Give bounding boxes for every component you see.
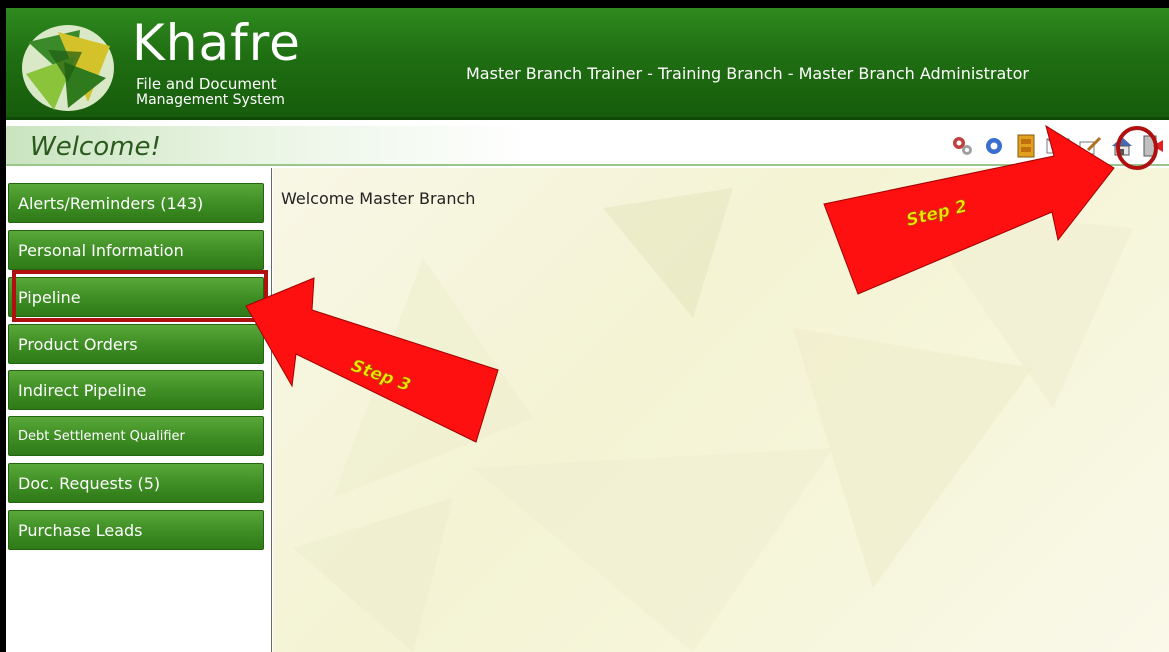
- sidebar-item-doc-requests[interactable]: Doc. Requests (5): [8, 463, 264, 503]
- sidebar-item-indirect-pipeline[interactable]: Indirect Pipeline: [8, 370, 264, 410]
- user-info: Master Branch Trainer - Training Branch …: [466, 64, 1029, 83]
- sidebar-item-product-orders[interactable]: Product Orders: [8, 324, 264, 364]
- sidebar-item-purchase-leads[interactable]: Purchase Leads: [8, 510, 264, 550]
- brand-subtitle-line2: Management System: [136, 92, 285, 108]
- brand-name: Khafre: [132, 14, 301, 72]
- logout-icon[interactable]: [1141, 133, 1167, 159]
- welcome-message: Welcome Master Branch: [281, 189, 476, 208]
- sidebar-item-debt-settlement-qualifier[interactable]: Debt Settlement Qualifier: [8, 416, 264, 456]
- cabinet-icon[interactable]: [1013, 133, 1039, 159]
- settings-gear-icon[interactable]: [981, 133, 1007, 159]
- main-content: Welcome Master Branch: [273, 168, 1169, 652]
- sidebar-item-alerts-reminders[interactable]: Alerts/Reminders (143): [8, 183, 264, 223]
- mail-icon[interactable]: [1045, 133, 1071, 159]
- sidebar-nav: Alerts/Reminders (143) Personal Informat…: [6, 168, 272, 652]
- page-title: Welcome!: [30, 132, 161, 162]
- home-icon[interactable]: [1109, 133, 1135, 159]
- background-decoration: [293, 188, 1133, 652]
- sidebar-item-personal-information[interactable]: Personal Information: [8, 230, 264, 270]
- app-header: Khafre File and Document Management Syst…: [6, 8, 1169, 120]
- sidebar-item-pipeline[interactable]: Pipeline: [8, 277, 264, 317]
- app-window: Khafre File and Document Management Syst…: [6, 8, 1169, 652]
- brand-subtitle-line1: File and Document: [136, 75, 277, 93]
- edit-icon[interactable]: [1077, 133, 1103, 159]
- khafre-logo-icon: [22, 25, 114, 111]
- toolbar: [943, 133, 1169, 159]
- settings-gears-icon[interactable]: [949, 133, 975, 159]
- welcome-bar: Welcome!: [6, 126, 1169, 166]
